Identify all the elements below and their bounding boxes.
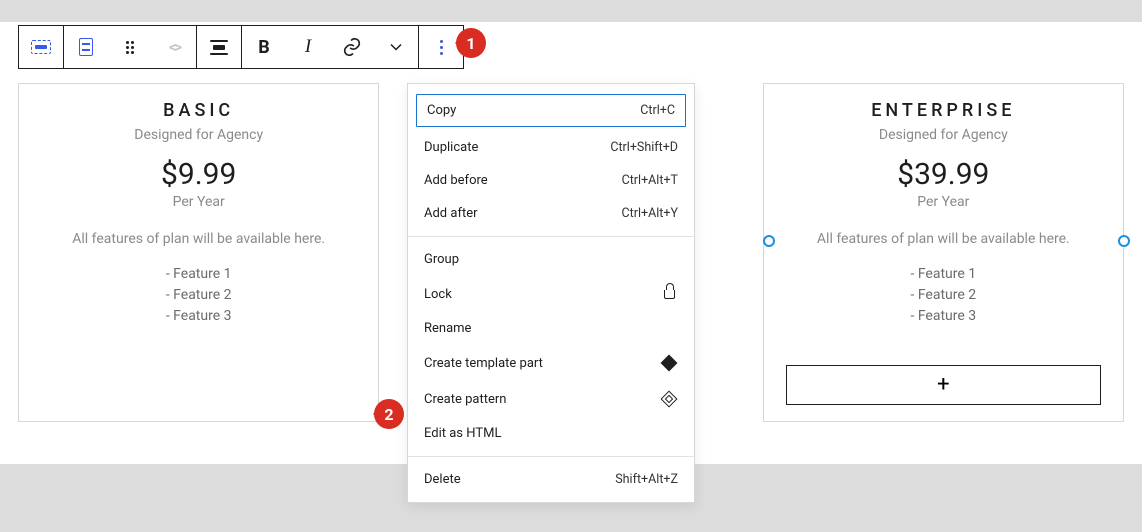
lock-icon: [660, 285, 678, 303]
plan-price: $39.99: [786, 157, 1101, 192]
plan-description: All features of plan will be available h…: [786, 230, 1101, 250]
add-block-button[interactable]: +: [786, 365, 1101, 405]
menu-item-label: Add before: [424, 173, 488, 188]
menu-item-delete[interactable]: Delete Shift+Alt+Z: [408, 463, 694, 496]
menu-item-label: Create pattern: [424, 392, 506, 407]
menu-item-label: Delete: [424, 472, 461, 487]
menu-item-label: Rename: [424, 321, 471, 336]
menu-item-shortcut: Ctrl+Alt+Y: [622, 206, 678, 221]
editor-top-strip: [0, 0, 1142, 22]
plan-price: $9.99: [41, 157, 356, 192]
container-icon: [31, 40, 51, 54]
menu-item-label: Add after: [424, 206, 478, 221]
link-button[interactable]: [330, 26, 374, 68]
plan-feature: - Feature 2: [786, 285, 1101, 306]
plan-subtitle: Designed for Agency: [786, 127, 1101, 143]
selection-handle-right[interactable]: [763, 235, 775, 247]
italic-button[interactable]: I: [286, 26, 330, 68]
menu-item-shortcut: Shift+Alt+Z: [615, 472, 678, 487]
block-toolbar: < > B I: [18, 25, 464, 69]
plan-feature: - Feature 2: [41, 285, 356, 306]
diamond-outline-icon: [660, 390, 678, 408]
menu-item-shortcut: Ctrl+C: [640, 103, 675, 118]
block-options-menu: Copy Ctrl+C Duplicate Ctrl+Shift+D Add b…: [407, 83, 695, 503]
menu-item-label: Duplicate: [424, 140, 478, 155]
step-badge-2: 2: [374, 399, 404, 429]
selection-handle-outer[interactable]: [1118, 235, 1130, 247]
pricing-card-basic[interactable]: BASIC Designed for Agency $9.99 Per Year…: [18, 83, 379, 422]
plan-description: All features of plan will be available h…: [41, 230, 356, 250]
select-container-button[interactable]: [19, 26, 63, 68]
menu-item-create-pattern[interactable]: Create pattern: [408, 381, 694, 417]
menu-item-label: Create template part: [424, 356, 543, 371]
plan-feature: - Feature 3: [786, 306, 1101, 327]
link-icon: [341, 36, 363, 58]
menu-item-label: Copy: [427, 103, 456, 118]
menu-item-rename[interactable]: Rename: [408, 312, 694, 345]
menu-item-edit-as-html[interactable]: Edit as HTML: [408, 417, 694, 450]
stack-block-button[interactable]: [64, 26, 108, 68]
align-icon: [210, 40, 228, 55]
menu-item-add-after[interactable]: Add after Ctrl+Alt+Y: [408, 197, 694, 230]
plan-feature: - Feature 1: [41, 264, 356, 285]
bold-button[interactable]: B: [242, 26, 286, 68]
chevron-down-icon: [386, 37, 406, 57]
menu-item-duplicate[interactable]: Duplicate Ctrl+Shift+D: [408, 131, 694, 164]
stack-icon: [79, 38, 93, 56]
menu-item-label: Group: [424, 252, 459, 267]
menu-item-label: Edit as HTML: [424, 426, 501, 441]
menu-item-shortcut: Ctrl+Shift+D: [610, 140, 678, 155]
plan-name: BASIC: [41, 100, 356, 121]
menu-item-lock[interactable]: Lock: [408, 276, 694, 312]
menu-item-label: Lock: [424, 287, 452, 302]
angles-icon: < >: [169, 38, 179, 56]
drag-dots-icon: [126, 41, 134, 54]
plan-name: ENTERPRISE: [786, 100, 1101, 121]
move-arrows-button[interactable]: < >: [152, 26, 196, 68]
more-vertical-icon: [440, 40, 443, 55]
menu-item-add-before[interactable]: Add before Ctrl+Alt+T: [408, 164, 694, 197]
diamond-solid-icon: [660, 354, 678, 372]
menu-item-create-template-part[interactable]: Create template part: [408, 345, 694, 381]
plan-feature: - Feature 3: [41, 306, 356, 327]
step-badge-1: 1: [456, 28, 486, 58]
plan-subtitle: Designed for Agency: [41, 127, 356, 143]
menu-item-copy[interactable]: Copy Ctrl+C: [416, 94, 686, 127]
pricing-card-enterprise[interactable]: ENTERPRISE Designed for Agency $39.99 Pe…: [763, 83, 1124, 422]
plan-feature: - Feature 1: [786, 264, 1101, 285]
plan-period: Per Year: [786, 194, 1101, 210]
menu-item-group[interactable]: Group: [408, 243, 694, 276]
drag-handle[interactable]: [108, 26, 152, 68]
more-rich-text-button[interactable]: [374, 26, 418, 68]
plan-period: Per Year: [41, 194, 356, 210]
align-button[interactable]: [197, 26, 241, 68]
menu-item-shortcut: Ctrl+Alt+T: [622, 173, 678, 188]
